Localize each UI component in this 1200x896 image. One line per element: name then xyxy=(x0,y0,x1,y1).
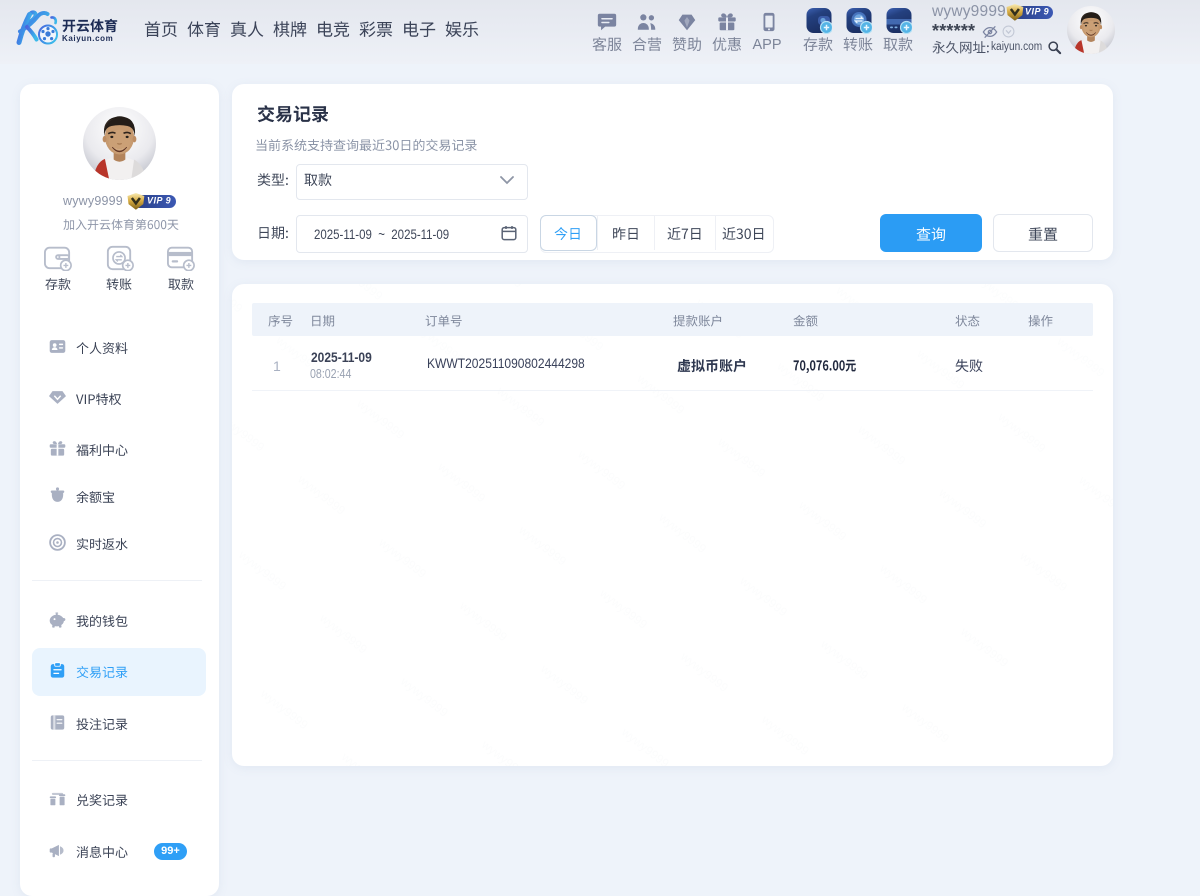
svg-text:VIP 9: VIP 9 xyxy=(147,196,171,206)
svg-text:VIP 9: VIP 9 xyxy=(1025,7,1049,17)
